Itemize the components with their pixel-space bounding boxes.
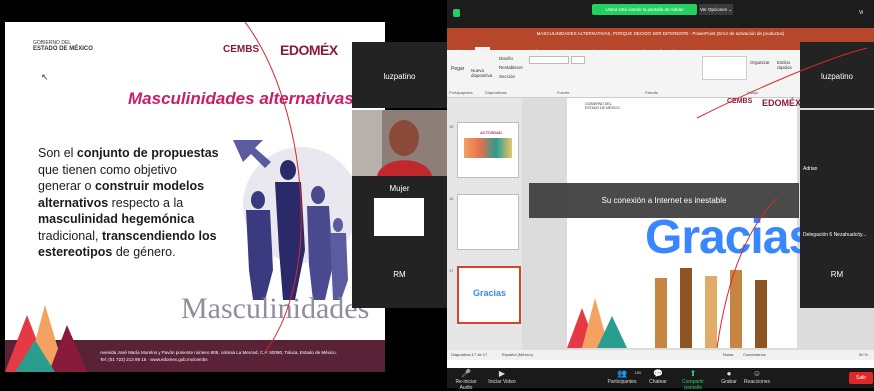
video-icon: ▶ [498, 369, 506, 378]
microphone-icon: 🎤 [461, 369, 471, 378]
participant-video [352, 110, 447, 176]
reactions-button[interactable]: ☺ Reacciones [743, 368, 771, 385]
zoom-bottom-toolbar: 🎤 Re-iniciar Audio ▶ Iniciar Video 👥 Partic… [447, 368, 874, 391]
edomex-thumb [374, 198, 424, 236]
annotation-red-curve-right [696, 47, 868, 349]
participant-tile-mujer[interactable]: Mujer [352, 176, 447, 242]
annotation-red-curve [244, 22, 302, 353]
leave-button[interactable]: Salir [849, 372, 873, 384]
chat-button[interactable]: 💬 Chatear [647, 368, 669, 385]
participant-tile-rm-left[interactable]: RM [352, 242, 447, 308]
sharing-notice: Usted está viendo la pantalla de Adrian [592, 4, 697, 15]
view-button[interactable]: Vi [859, 10, 873, 20]
video-button[interactable]: ▶ Iniciar Video [487, 368, 517, 385]
participant-tile-luzpatino-left[interactable]: luzpatino [352, 42, 447, 108]
zoom-top-bar: Usted está viendo la pantalla de Adrian … [447, 0, 874, 28]
record-icon: ● [726, 369, 732, 378]
chat-icon: 💬 [653, 369, 663, 378]
share-screen-icon: ⬆ [689, 369, 697, 378]
record-button[interactable]: ● Grabar [719, 368, 739, 385]
reactions-icon: ☺ [752, 369, 762, 378]
shared-slide-left: GOBIERNO DEL ESTADO DE MÉXICO CEMBS EDOM… [5, 22, 385, 372]
participant-video-tile[interactable] [352, 110, 447, 176]
participants-count: 100 [634, 370, 642, 375]
view-options-button[interactable]: Ver Opciones ⌄ [699, 4, 733, 15]
security-shield-icon[interactable] [453, 9, 460, 17]
